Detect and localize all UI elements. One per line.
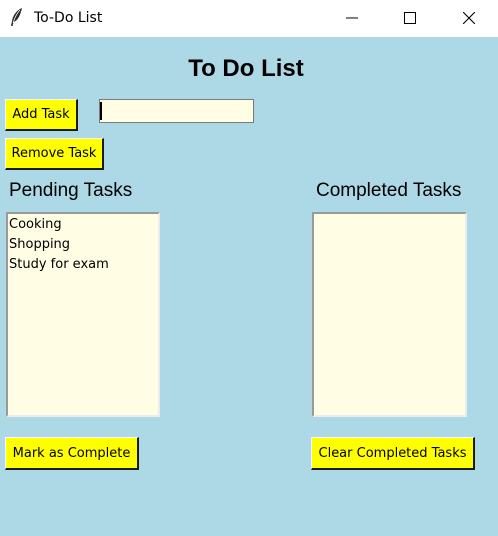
minimize-icon — [346, 17, 358, 19]
add-task-button[interactable]: Add Task — [5, 99, 78, 131]
task-input[interactable] — [99, 99, 254, 123]
list-item[interactable]: Cooking — [8, 215, 158, 235]
close-button[interactable] — [446, 0, 492, 37]
feather-icon — [9, 7, 25, 27]
remove-task-button[interactable]: Remove Task — [5, 138, 104, 170]
maximize-icon — [404, 12, 416, 24]
pending-tasks-list[interactable]: Cooking Shopping Study for exam — [6, 212, 160, 417]
minimize-button[interactable] — [329, 0, 375, 37]
text-cursor — [100, 102, 102, 120]
clear-completed-button[interactable]: Clear Completed Tasks — [311, 437, 475, 470]
list-item[interactable]: Study for exam — [8, 255, 158, 275]
maximize-button[interactable] — [387, 0, 433, 37]
list-item[interactable]: Shopping — [8, 235, 158, 255]
mark-complete-button[interactable]: Mark as Complete — [5, 437, 139, 470]
close-icon — [463, 12, 475, 24]
pending-tasks-label: Pending Tasks — [9, 180, 133, 201]
page-title: To Do List — [188, 55, 304, 82]
completed-tasks-list[interactable] — [312, 212, 467, 417]
title-bar[interactable]: To-Do List — [0, 0, 498, 37]
completed-tasks-label: Completed Tasks — [316, 180, 462, 201]
window-title: To-Do List — [34, 10, 103, 26]
